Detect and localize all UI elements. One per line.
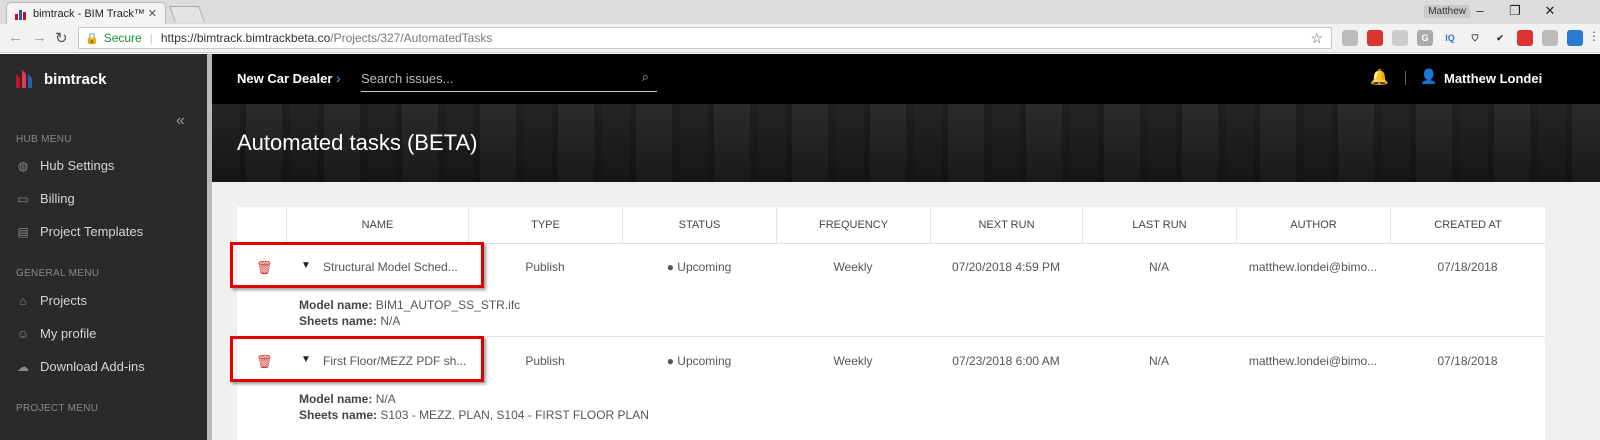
model-name-detail: Model name: BIM1_AUTOP_SS_STR.ifc — [299, 298, 521, 312]
task-status: ● Upcoming — [666, 260, 732, 274]
cloud-download-icon: ☁ — [17, 359, 29, 374]
sidebar-item-download-addins[interactable]: ☁ Download Add-ins — [16, 359, 145, 374]
chevron-right-icon: › — [336, 70, 341, 86]
sheets-name-detail: Sheets name: S103 - MEZZ. PLAN, S104 - F… — [299, 408, 649, 422]
model-name-detail: Model name: N/A — [299, 392, 396, 406]
task-type: Publish — [525, 260, 565, 274]
extension-g-icon[interactable]: G — [1417, 30, 1433, 46]
sidebar-item-label: Download Add-ins — [40, 359, 145, 374]
extension-blue-icon[interactable] — [1567, 30, 1583, 46]
column-header-created-at[interactable]: CREATED AT — [1390, 207, 1545, 244]
bimtrack-favicon-icon — [15, 8, 27, 20]
highlight-box — [230, 336, 484, 382]
extension-cloud-icon[interactable] — [1342, 30, 1358, 46]
sidebar-item-project-templates[interactable]: ▤ Project Templates — [16, 224, 143, 239]
sidebar-item-projects[interactable]: ⌂ Projects — [16, 293, 87, 308]
extension-abp-icon[interactable] — [1367, 30, 1383, 46]
tab-title: bimtrack - BIM Track™ — [33, 7, 145, 20]
task-next-run: 07/23/2018 6:00 AM — [952, 354, 1060, 368]
sidebar-item-label: Billing — [40, 191, 75, 206]
task-last-run: N/A — [1148, 260, 1169, 274]
extension-shield-icon[interactable]: ⛉ — [1467, 30, 1483, 46]
sidebar-item-my-profile[interactable]: ☺ My profile — [16, 326, 97, 341]
secure-label: Secure — [103, 31, 142, 45]
globe-icon: ◍ — [17, 158, 29, 173]
page-banner: Automated tasks (BETA) — [212, 104, 1600, 182]
user-icon: ☺ — [16, 326, 30, 341]
brand-logo[interactable]: bimtrack — [14, 68, 107, 90]
window-close-icon[interactable]: ✕ — [1540, 3, 1560, 19]
section-project-menu: PROJECT MENU — [16, 403, 99, 414]
section-general-menu: GENERAL MENU — [16, 268, 100, 279]
table-header: NAME TYPE STATUS FREQUENCY NEXT RUN LAST… — [237, 207, 1545, 244]
task-created-at: 07/18/2018 — [1437, 354, 1498, 368]
task-status: ● Upcoming — [666, 354, 732, 368]
project-name[interactable]: New Car Dealer — [237, 71, 332, 86]
search-icon[interactable]: ⌕ — [642, 69, 649, 85]
user-name[interactable]: Matthew Londei — [1444, 71, 1542, 86]
highlight-box — [230, 242, 484, 288]
sidebar-item-billing[interactable]: ▭ Billing — [16, 191, 75, 206]
sidebar-item-label: Project Templates — [40, 224, 144, 239]
column-header-next-run[interactable]: NEXT RUN — [930, 207, 1082, 244]
task-last-run: N/A — [1148, 354, 1169, 368]
home-icon: ⌂ — [19, 293, 27, 308]
extension-iq-icon[interactable]: IQ — [1442, 30, 1458, 46]
browser-menu-icon[interactable]: ⋮ — [1588, 29, 1600, 43]
minimize-icon[interactable]: – — [1470, 3, 1490, 18]
column-header-last-run[interactable]: LAST RUN — [1082, 207, 1236, 244]
task-frequency: Weekly — [833, 260, 873, 274]
user-icon[interactable]: 👤 — [1420, 68, 1437, 85]
sidebar: bimtrack « HUB MENU ◍ Hub Settings ▭ Bil… — [0, 54, 207, 440]
window-user-badge[interactable]: Matthew — [1424, 5, 1470, 18]
page-title: Automated tasks (BETA) — [237, 130, 478, 155]
task-created-at: 07/18/2018 — [1437, 260, 1498, 274]
back-icon[interactable]: ← — [8, 29, 23, 46]
card-icon: ▭ — [17, 191, 29, 206]
bookmark-star-icon[interactable]: ☆ — [1310, 30, 1323, 47]
column-header-frequency[interactable]: FREQUENCY — [776, 207, 930, 244]
task-author: matthew.londei@bimo... — [1248, 354, 1378, 368]
task-next-run: 07/20/2018 4:59 PM — [951, 260, 1061, 274]
url-path: /Projects/327/AutomatedTasks — [330, 31, 493, 45]
url-host: https://bimtrack.bimtrackbeta.co — [160, 31, 331, 45]
collapse-sidebar-icon[interactable]: « — [176, 112, 185, 130]
column-header-status[interactable]: STATUS — [622, 207, 776, 244]
browser-address-bar: ← → ↻ 🔒 Secure | https://bimtrack.bimtra… — [0, 24, 1600, 53]
restore-icon[interactable]: ❐ — [1505, 3, 1525, 19]
task-frequency: Weekly — [833, 354, 873, 368]
task-type: Publish — [525, 354, 565, 368]
app-header: New Car Dealer › ⌕ 🔔 👤 Matthew Londei — [212, 54, 1600, 104]
document-icon: ▤ — [17, 224, 29, 239]
sheets-name-detail: Sheets name: N/A — [299, 314, 401, 328]
reload-icon[interactable]: ↻ — [55, 29, 68, 47]
browser-tab-bar: bimtrack - BIM Track™ ✕ Matthew – ❐ ✕ — [0, 0, 1600, 24]
extension-mail-icon[interactable] — [1542, 30, 1558, 46]
browser-tab[interactable]: bimtrack - BIM Track™ ✕ — [6, 2, 166, 24]
column-header-author[interactable]: AUTHOR — [1236, 207, 1390, 244]
sidebar-item-label: Hub Settings — [40, 158, 115, 173]
extension-video-icon[interactable] — [1392, 30, 1408, 46]
tab-close-icon[interactable]: ✕ — [148, 7, 157, 20]
url-input[interactable]: 🔒 Secure | https://bimtrack.bimtrackbeta… — [78, 27, 1332, 49]
extension-red-icon[interactable] — [1517, 30, 1533, 46]
bimtrack-logo-icon — [16, 70, 32, 88]
column-header-type[interactable]: TYPE — [468, 207, 622, 244]
search-box: ⌕ — [361, 66, 657, 92]
brand-name: bimtrack — [44, 70, 107, 88]
sidebar-item-hub-settings[interactable]: ◍ Hub Settings — [16, 158, 115, 173]
forward-icon[interactable]: → — [32, 29, 47, 46]
section-hub-menu: HUB MENU — [16, 134, 72, 145]
new-tab-button[interactable] — [169, 6, 205, 22]
sidebar-item-label: Projects — [40, 293, 87, 308]
bell-icon[interactable]: 🔔 — [1370, 68, 1389, 86]
column-header-name[interactable]: NAME — [286, 207, 468, 244]
sidebar-item-label: My profile — [40, 326, 97, 341]
lock-icon: 🔒 — [85, 32, 99, 45]
search-input[interactable] — [361, 66, 631, 90]
extension-check-icon[interactable]: ✔ — [1492, 30, 1508, 46]
main-content: NAME TYPE STATUS FREQUENCY NEXT RUN LAST… — [212, 182, 1600, 440]
task-author: matthew.londei@bimo... — [1248, 260, 1378, 274]
